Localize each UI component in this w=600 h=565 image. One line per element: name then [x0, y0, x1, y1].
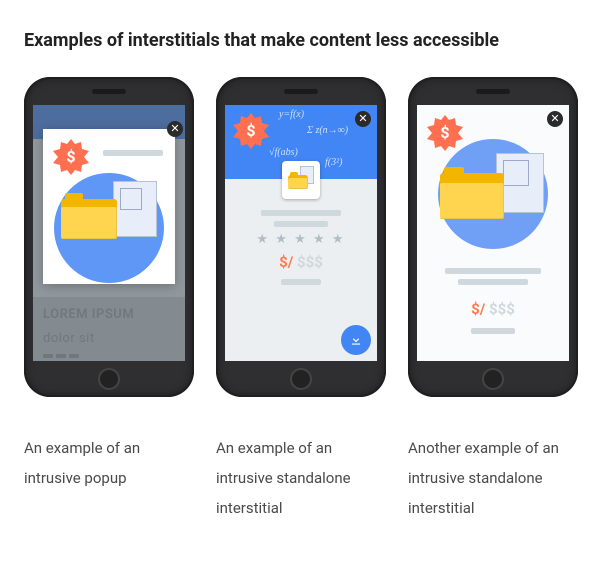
example-2: ✕ $ y=f(x) Σ z(n→∞) √f(abs) f(3²): [216, 77, 386, 523]
popup-card: ✕ $: [43, 129, 175, 284]
close-icon[interactable]: ✕: [547, 111, 563, 127]
text-placeholder: [274, 221, 328, 227]
example-1: LOREM IPSUM dolor sit ✕ $: [24, 77, 194, 523]
folder-document-illustration: [438, 157, 548, 247]
dollar-badge-icon: $: [233, 113, 269, 149]
rating-stars: ★ ★ ★ ★ ★: [225, 232, 377, 247]
text-placeholder: [445, 268, 541, 274]
example-caption: An example of an intrusive popup: [24, 433, 194, 493]
decorative-math: f(3²): [325, 157, 342, 168]
page-title: Examples of interstitials that make cont…: [24, 30, 576, 51]
phone-speaker: [92, 89, 126, 94]
close-icon[interactable]: ✕: [355, 111, 371, 127]
decorative-math: Σ z(n→∞): [307, 125, 348, 136]
text-placeholder: [471, 328, 515, 334]
document-icon: [113, 181, 157, 237]
phone-speaker: [284, 89, 318, 94]
text-placeholder: [281, 279, 321, 285]
phone-screen: ✕ $ $/ $$$: [417, 105, 569, 361]
app-icon-card: [282, 161, 320, 199]
price-display: $/ $$$: [417, 300, 569, 318]
phone-screen: ✕ $ y=f(x) Σ z(n→∞) √f(abs) f(3²): [225, 105, 377, 361]
example-caption: Another example of an intrusive standalo…: [408, 433, 578, 523]
example-3: ✕ $ $/ $$$: [408, 77, 578, 523]
phone-frame: ✕ $ $/ $$$: [408, 77, 578, 397]
phone-speaker: [476, 89, 510, 94]
examples-row: LOREM IPSUM dolor sit ✕ $: [24, 77, 576, 523]
close-icon[interactable]: ✕: [167, 121, 183, 137]
dollar-badge-icon: $: [53, 139, 89, 175]
phone-home-button: [98, 368, 120, 390]
text-placeholder: [261, 210, 341, 216]
price-display: $/ $$$: [225, 253, 377, 271]
phone-screen: LOREM IPSUM dolor sit ✕ $: [33, 105, 185, 361]
decorative-math: y=f(x): [279, 109, 304, 120]
phone-frame: LOREM IPSUM dolor sit ✕ $: [24, 77, 194, 397]
phone-frame: ✕ $ y=f(x) Σ z(n→∞) √f(abs) f(3²): [216, 77, 386, 397]
text-placeholder: [458, 279, 528, 285]
phone-home-button: [482, 368, 504, 390]
text-placeholder: [103, 150, 163, 156]
example-caption: An example of an intrusive standalone in…: [216, 433, 386, 523]
decorative-math: √f(abs): [269, 147, 298, 158]
folder-document-illustration: [59, 187, 159, 267]
phone-home-button: [290, 368, 312, 390]
dollar-badge-icon: $: [427, 115, 463, 151]
download-icon[interactable]: [341, 325, 371, 355]
